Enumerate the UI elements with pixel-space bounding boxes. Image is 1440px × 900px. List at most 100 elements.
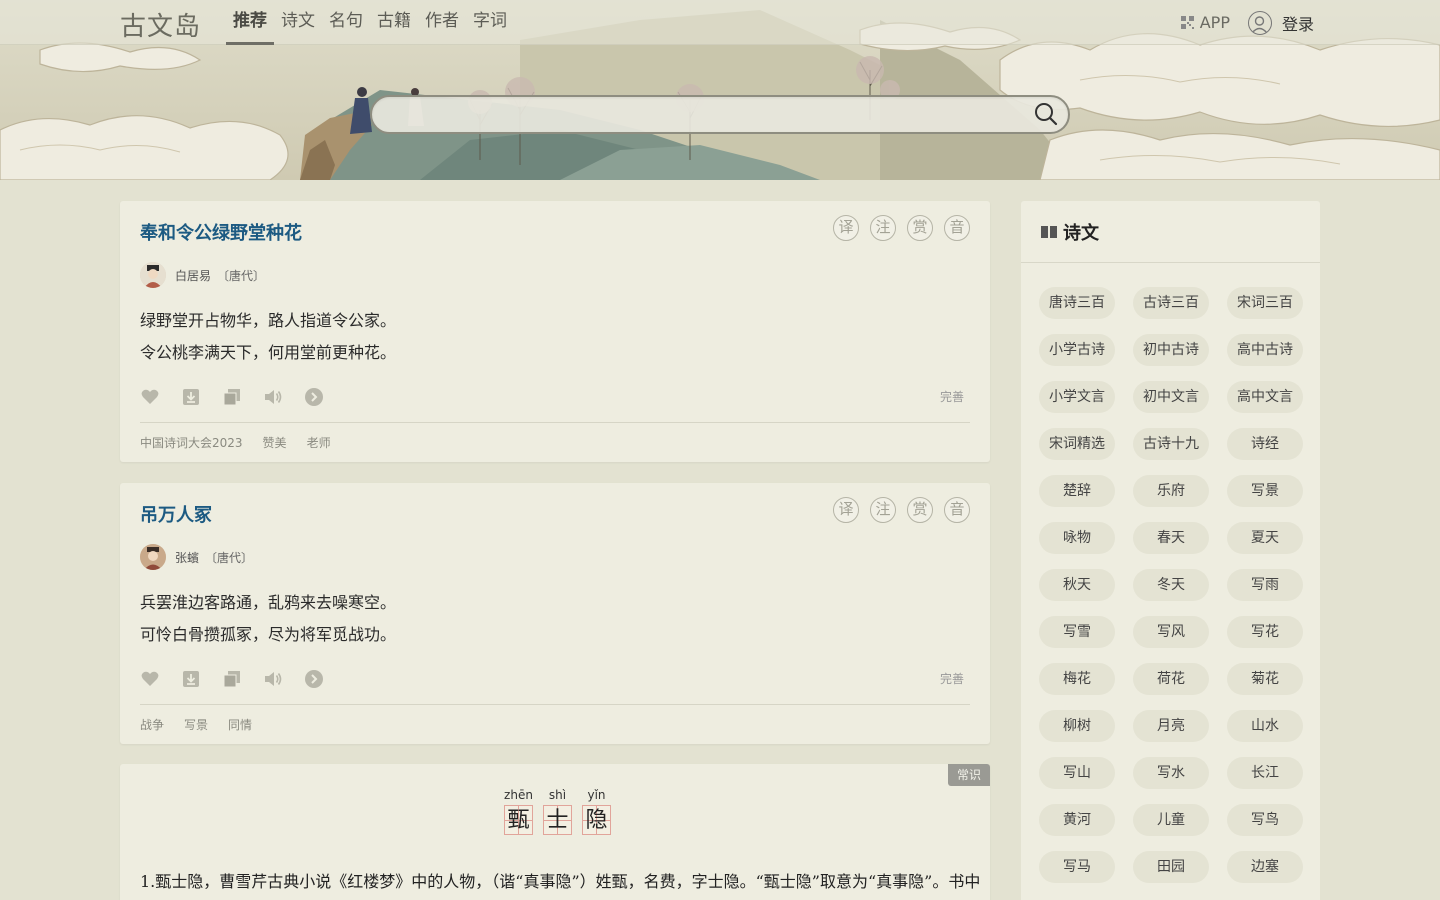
translation-button[interactable]: 译 (833, 215, 859, 241)
category-chip[interactable]: 初中文言 (1133, 381, 1209, 413)
translation-button[interactable]: 译 (833, 497, 859, 523)
category-chip[interactable]: 荷花 (1133, 663, 1209, 695)
knowledge-badge: 常识 (948, 764, 990, 786)
category-chip[interactable]: 田园 (1133, 851, 1209, 883)
nav-tab-classics[interactable]: 古籍 (370, 0, 418, 45)
category-chip[interactable]: 写山 (1039, 757, 1115, 789)
top-navigation-bar: 古文岛 推荐 诗文 名句 古籍 作者 字词 APP 登录 (0, 0, 1440, 45)
arrow-right-icon[interactable] (304, 387, 324, 407)
main-nav: 推荐 诗文 名句 古籍 作者 字词 (226, 0, 514, 45)
audio-icon[interactable] (263, 669, 283, 689)
nav-tab-poems[interactable]: 诗文 (274, 0, 322, 45)
category-chip[interactable]: 楚辞 (1039, 475, 1115, 507)
category-chip[interactable]: 边塞 (1227, 851, 1303, 883)
download-icon[interactable] (181, 669, 201, 689)
login-button[interactable]: 登录 (1247, 10, 1314, 35)
knowledge-card: 常识 zhēn 甄 shì 士 yǐn 隐 1.甄士隐，曹雪芹古典小说《红楼梦》… (120, 764, 990, 900)
appreciation-button[interactable]: 赏 (907, 497, 933, 523)
copy-icon[interactable] (222, 669, 242, 689)
category-chip[interactable]: 菊花 (1227, 663, 1303, 695)
category-chip[interactable]: 高中古诗 (1227, 334, 1303, 366)
category-chip[interactable]: 长江 (1227, 757, 1303, 789)
category-chip[interactable]: 宋词精选 (1039, 428, 1115, 460)
poem-card: 奉和令公绿野堂种花 译 注 赏 音 白居易 〔唐代〕 绿野堂开占物华，路人指道令… (120, 201, 990, 462)
tag-link[interactable]: 战争 (140, 716, 164, 733)
annotation-button[interactable]: 注 (870, 215, 896, 241)
category-chip[interactable]: 初中古诗 (1133, 334, 1209, 366)
category-chip[interactable]: 小学文言 (1039, 381, 1115, 413)
category-chip[interactable]: 儿童 (1133, 804, 1209, 836)
audio-icon[interactable] (263, 387, 283, 407)
tag-link[interactable]: 老师 (307, 434, 331, 451)
category-chip[interactable]: 古诗三百 (1133, 287, 1209, 319)
category-chip[interactable]: 写风 (1133, 616, 1209, 648)
category-chip[interactable]: 写鸟 (1227, 804, 1303, 836)
search-icon[interactable] (1034, 102, 1058, 126)
pinyin-cell: yǐn 隐 (577, 788, 616, 835)
category-chip[interactable]: 写花 (1227, 616, 1303, 648)
category-chip[interactable]: 写水 (1133, 757, 1209, 789)
knowledge-text: 1.甄士隐，曹雪芹古典小说《红楼梦》中的人物，（谐“真事隐”）姓甄，名费，字士隐… (140, 872, 981, 891)
heart-icon[interactable] (140, 387, 160, 407)
heart-icon[interactable] (140, 669, 160, 689)
pinyin-cell: shì 士 (538, 788, 577, 835)
divider (140, 704, 970, 705)
category-chip[interactable]: 写雨 (1227, 569, 1303, 601)
category-chip[interactable]: 高中文言 (1227, 381, 1303, 413)
category-chip[interactable]: 乐府 (1133, 475, 1209, 507)
category-chip[interactable]: 宋词三百 (1227, 287, 1303, 319)
category-chip[interactable]: 柳树 (1039, 710, 1115, 742)
nav-tab-recommend[interactable]: 推荐 (226, 0, 274, 45)
hanzi-box: 甄 (504, 805, 533, 835)
tag-link[interactable]: 中国诗词大会2023 (140, 434, 243, 451)
poem-title[interactable]: 奉和令公绿野堂种花 (140, 219, 302, 245)
category-chip[interactable]: 秋天 (1039, 569, 1115, 601)
author-name[interactable]: 张蠙 (175, 549, 199, 566)
author-avatar[interactable] (140, 262, 166, 288)
category-chip[interactable]: 春天 (1133, 522, 1209, 554)
appreciation-button[interactable]: 赏 (907, 215, 933, 241)
category-chip[interactable]: 月亮 (1133, 710, 1209, 742)
poem-tags: 战争 写景 同情 (140, 716, 272, 733)
copy-icon[interactable] (222, 387, 242, 407)
poem-line: 绿野堂开占物华，路人指道令公家。 (140, 311, 397, 330)
hero-banner: 古文岛 推荐 诗文 名句 古籍 作者 字词 APP 登录 (0, 0, 1440, 180)
search-input[interactable] (388, 97, 1028, 132)
category-chip[interactable]: 写马 (1039, 851, 1115, 883)
category-chip[interactable]: 诗经 (1227, 428, 1303, 460)
arrow-right-icon[interactable] (304, 669, 324, 689)
pronunciation-button[interactable]: 音 (944, 215, 970, 241)
poem-line: 令公桃李满天下，何用堂前更种花。 (140, 343, 397, 362)
hanzi-box: 隐 (582, 805, 611, 835)
nav-tab-famous-lines[interactable]: 名句 (322, 0, 370, 45)
author-name[interactable]: 白居易 (175, 267, 211, 284)
site-logo[interactable]: 古文岛 (120, 6, 201, 43)
tag-link[interactable]: 写景 (184, 716, 208, 733)
pronunciation-button[interactable]: 音 (944, 497, 970, 523)
category-chip[interactable]: 夏天 (1227, 522, 1303, 554)
improve-link[interactable]: 完善 (940, 388, 964, 405)
category-chip[interactable]: 咏物 (1039, 522, 1115, 554)
category-chip[interactable]: 黄河 (1039, 804, 1115, 836)
category-chip[interactable]: 写雪 (1039, 616, 1115, 648)
tag-link[interactable]: 同情 (228, 716, 252, 733)
app-download-link[interactable]: APP (1180, 13, 1230, 32)
category-chip[interactable]: 小学古诗 (1039, 334, 1115, 366)
nav-tab-authors[interactable]: 作者 (418, 0, 466, 45)
tag-link[interactable]: 赞美 (263, 434, 287, 451)
category-chip[interactable]: 唐诗三百 (1039, 287, 1115, 319)
category-chip[interactable]: 梅花 (1039, 663, 1115, 695)
poem-seal-buttons: 译 注 赏 音 (822, 497, 970, 523)
category-chip[interactable]: 古诗十九 (1133, 428, 1209, 460)
improve-link[interactable]: 完善 (940, 670, 964, 687)
nav-tab-words[interactable]: 字词 (466, 0, 514, 45)
book-icon (1041, 225, 1057, 238)
category-chip[interactable]: 冬天 (1133, 569, 1209, 601)
poem-tags: 中国诗词大会2023 赞美 老师 (140, 434, 351, 451)
annotation-button[interactable]: 注 (870, 497, 896, 523)
category-chip[interactable]: 山水 (1227, 710, 1303, 742)
category-chip[interactable]: 写景 (1227, 475, 1303, 507)
download-icon[interactable] (181, 387, 201, 407)
author-avatar[interactable] (140, 544, 166, 570)
poem-title[interactable]: 吊万人冢 (140, 501, 212, 527)
